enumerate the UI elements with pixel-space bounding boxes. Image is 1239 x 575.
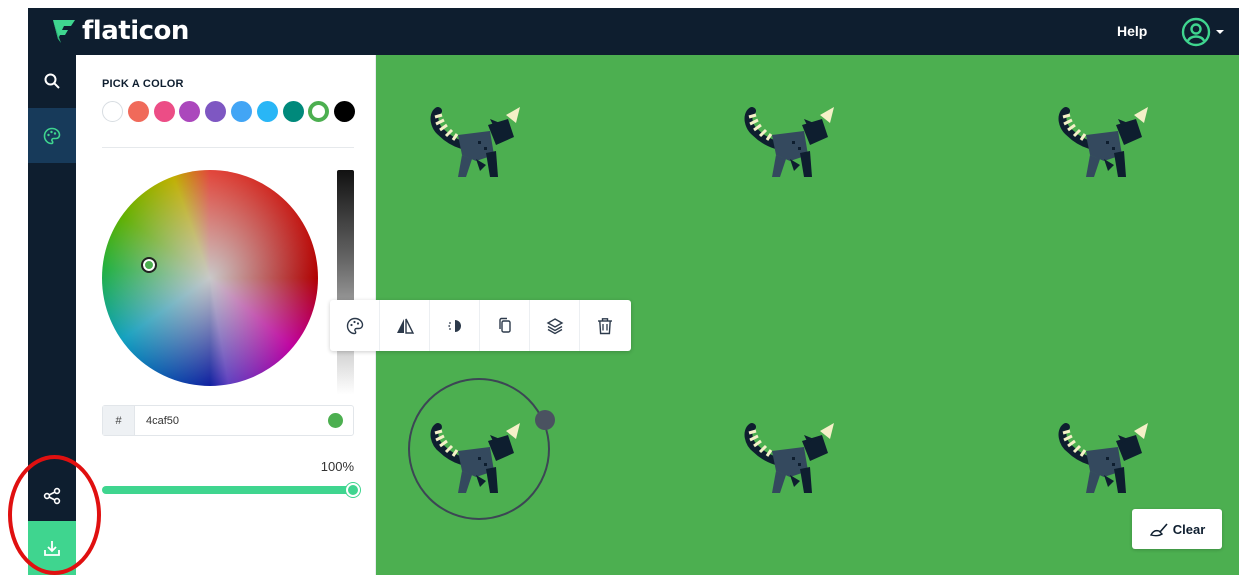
color-swatch[interactable]: [127, 101, 149, 122]
color-wheel[interactable]: [102, 170, 318, 386]
lemur-icon[interactable]: [428, 105, 524, 185]
color-swatch[interactable]: [205, 101, 227, 122]
brightness-slider[interactable]: [337, 170, 354, 395]
layers-icon: [546, 317, 563, 334]
hex-prefix: #: [103, 406, 135, 435]
delete-icon: [598, 317, 612, 334]
tool-flip[interactable]: [380, 300, 430, 351]
lemur-icon[interactable]: [1056, 421, 1152, 501]
contrast-icon: [447, 319, 461, 332]
color-swatch[interactable]: [102, 101, 123, 122]
flaticon-logo-icon: [53, 20, 75, 43]
sidebar-item-search[interactable]: [28, 61, 76, 101]
opacity-slider-knob[interactable]: [346, 483, 360, 497]
chevron-down-icon: [1216, 30, 1224, 34]
tool-delete[interactable]: [580, 300, 630, 351]
tool-duplicate[interactable]: [480, 300, 530, 351]
opacity-slider[interactable]: [102, 483, 360, 497]
color-swatch-selected[interactable]: [308, 101, 330, 122]
floating-toolbar: [330, 300, 631, 351]
user-menu-button[interactable]: [1181, 16, 1229, 48]
tool-layers[interactable]: [530, 300, 580, 351]
lemur-icon[interactable]: [742, 421, 838, 501]
lemur-icon[interactable]: [742, 105, 838, 185]
app: flaticon Help PICK A COLOR # 4caf50 100%…: [0, 0, 1239, 575]
duplicate-icon: [498, 317, 511, 333]
tool-color[interactable]: [330, 300, 380, 351]
search-icon: [44, 73, 60, 89]
tool-contrast[interactable]: [430, 300, 480, 351]
clear-button[interactable]: Clear: [1132, 509, 1222, 549]
color-swatch[interactable]: [153, 101, 175, 122]
rotate-handle[interactable]: [535, 410, 555, 430]
lemur-icon[interactable]: [1056, 105, 1152, 185]
user-circle-icon: [1181, 17, 1211, 47]
palette-icon: [346, 317, 363, 334]
panel-title: PICK A COLOR: [102, 78, 184, 90]
top-bar: flaticon Help: [28, 8, 1239, 55]
color-swatch[interactable]: [256, 101, 278, 122]
color-swatches: [102, 101, 360, 122]
divider: [102, 147, 354, 148]
color-wheel-handle[interactable]: [141, 257, 157, 273]
color-swatch[interactable]: [282, 101, 304, 122]
color-swatch[interactable]: [334, 101, 356, 122]
opacity-value: 100%: [320, 459, 354, 474]
color-swatch[interactable]: [179, 101, 201, 122]
hex-input[interactable]: # 4caf50: [102, 405, 354, 436]
hex-value[interactable]: 4caf50: [146, 415, 328, 427]
clear-label: Clear: [1172, 521, 1206, 537]
selection-ring: [408, 378, 550, 520]
flaticon-logo[interactable]: flaticon: [52, 14, 189, 48]
broom-icon: [1149, 523, 1168, 537]
flip-icon: [396, 318, 414, 334]
color-swatch[interactable]: [230, 101, 252, 122]
logo-text: flaticon: [82, 16, 189, 46]
palette-icon: [43, 127, 61, 144]
help-link[interactable]: Help: [1117, 23, 1147, 39]
annotation-circle: [8, 455, 101, 575]
sidebar-item-color[interactable]: [28, 108, 76, 163]
current-color-dot: [328, 413, 343, 428]
